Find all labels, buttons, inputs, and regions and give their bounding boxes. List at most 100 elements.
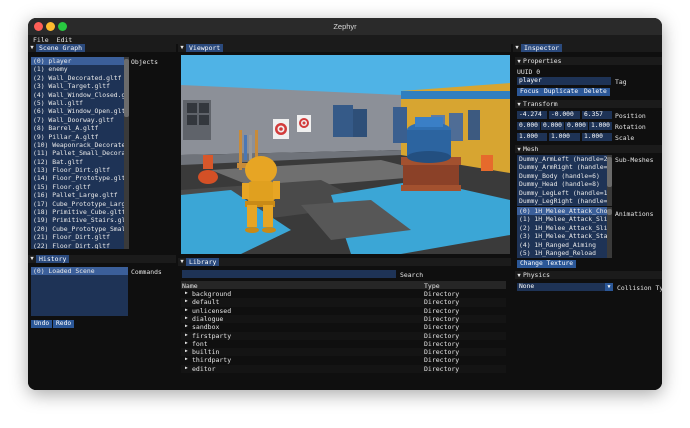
submesh-list[interactable]: Dummy_ArmLeft (handle=2) Dummy_ArmRight (… (517, 155, 607, 206)
library-row[interactable]: ▶ firstparty Directory (181, 331, 506, 340)
scene-object-item[interactable]: (6) Wall_Window_Open.gltf (31, 107, 124, 115)
scale-x-field[interactable]: 1.000 (517, 133, 547, 141)
scrollbar-thumb[interactable] (124, 59, 129, 117)
duplicate-button[interactable]: Duplicate (541, 88, 582, 96)
history-list[interactable]: (0) Loaded Scene (31, 267, 128, 316)
scrollbar-thumb[interactable] (607, 157, 612, 187)
expand-arrow-icon[interactable]: ▶ (185, 340, 188, 348)
scene-object-item[interactable]: (5) Wall.gltf (31, 99, 124, 107)
expand-arrow-icon[interactable]: ▶ (185, 290, 188, 298)
undo-button[interactable]: Undo (31, 320, 53, 328)
rotation-x-field[interactable]: 0.000 (517, 122, 540, 130)
scene-object-item[interactable]: (10) Weaponrack_Decorated. (31, 141, 124, 149)
properties-section-header[interactable]: ▼ Properties (515, 57, 662, 65)
scene-graph-header[interactable]: ▼ Scene Graph (28, 44, 176, 52)
position-y-field[interactable]: -0.000 (549, 111, 580, 119)
animation-scrollbar[interactable] (607, 207, 612, 258)
submesh-item[interactable]: Dummy_LegRight (handle=12 (517, 197, 607, 205)
scene-object-item[interactable]: (8) Barrel_A.gltf (31, 124, 124, 132)
scene-object-item[interactable]: (15) Floor.gltf (31, 183, 124, 191)
rotation-y-field[interactable]: 0.000 (541, 122, 564, 130)
expand-arrow-icon[interactable]: ▶ (185, 356, 188, 364)
scene-object-item[interactable]: (20) Cube_Prototype_Small (31, 225, 124, 233)
collapse-arrow-icon[interactable]: ▼ (178, 45, 186, 51)
library-row[interactable]: ▶ background Directory (181, 290, 506, 298)
scene-object-item[interactable]: (9) Pillar_A.gltf (31, 133, 124, 141)
collapse-arrow-icon[interactable]: ▼ (28, 256, 36, 262)
expand-arrow-icon[interactable]: ▶ (185, 365, 188, 373)
library-row[interactable]: ▶ builtin Directory (181, 348, 506, 357)
scale-z-field[interactable]: 1.000 (582, 133, 612, 141)
physics-section-header[interactable]: ▼ Physics (515, 271, 662, 279)
position-z-field[interactable]: 6.357 (582, 111, 612, 119)
library-search-input[interactable] (182, 270, 396, 278)
animation-item[interactable]: (2) 1H_Melee_Attack_Slice_ (517, 224, 607, 232)
animation-item[interactable]: (1) 1H_Melee_Attack_Slice_ (517, 215, 607, 223)
collision-type-select[interactable]: None ▼ (517, 283, 613, 291)
expand-arrow-icon[interactable]: ▶ (185, 348, 188, 356)
tag-input[interactable]: player (517, 77, 611, 85)
expand-arrow-icon[interactable]: ▶ (185, 332, 188, 340)
column-name-header[interactable]: Name (182, 282, 198, 290)
position-x-field[interactable]: -4.274 (517, 111, 547, 119)
expand-arrow-icon[interactable]: ▶ (185, 307, 188, 315)
library-row[interactable]: ▶ font Directory (181, 340, 506, 348)
scrollbar-thumb[interactable] (607, 209, 612, 215)
collapse-arrow-icon[interactable]: ▼ (515, 58, 523, 66)
column-type-header[interactable]: Type (424, 282, 440, 290)
submesh-item[interactable]: Dummy_ArmLeft (handle=2) (517, 155, 607, 163)
scene-list-scrollbar[interactable] (124, 57, 129, 249)
scene-object-item[interactable]: (4) Wall_Window_Closed.glt (31, 91, 124, 99)
scene-object-item[interactable]: (13) Floor_Dirt.gltf (31, 166, 124, 174)
animation-list[interactable]: (0) 1H_Melee_Attack_Chop (1) 1H_Melee_Att… (517, 207, 607, 258)
library-row[interactable]: ▶ sandbox Directory (181, 323, 506, 331)
collapse-arrow-icon[interactable]: ▼ (513, 45, 521, 51)
expand-arrow-icon[interactable]: ▶ (185, 298, 188, 306)
animation-item[interactable]: (0) 1H_Melee_Attack_Chop (517, 207, 607, 216)
animation-item[interactable]: (4) 1H_Ranged_Aiming (517, 241, 607, 249)
scene-object-item[interactable]: (19) Primitive_Stairs.glt (31, 216, 124, 224)
scene-object-item[interactable]: (1) enemy (31, 65, 124, 73)
collapse-arrow-icon[interactable]: ▼ (28, 45, 36, 51)
library-row[interactable]: ▶ thirdparty Directory (181, 356, 506, 364)
library-row[interactable]: ▶ editor Directory (181, 364, 506, 373)
scene-object-item[interactable]: (22) Floor_Dirt.gltf (31, 242, 124, 249)
submesh-scrollbar[interactable] (607, 155, 612, 206)
transform-section-header[interactable]: ▼ Transform (515, 100, 662, 108)
scene-object-item[interactable]: (2) Wall_Decorated.gltf (31, 74, 124, 82)
scene-object-item[interactable]: (18) Primitive_Cube.gltf (31, 208, 124, 216)
history-item[interactable]: (0) Loaded Scene (31, 267, 128, 276)
dropdown-arrow-icon[interactable]: ▼ (605, 283, 613, 291)
scene-object-item[interactable]: (21) Floor_Dirt.gltf (31, 233, 124, 241)
submesh-item[interactable]: Dummy_Body (handle=6) (517, 172, 607, 180)
scene-object-item[interactable]: (12) Bat.gltf (31, 158, 124, 166)
expand-arrow-icon[interactable]: ▶ (185, 315, 188, 323)
collapse-arrow-icon[interactable]: ▼ (515, 272, 523, 280)
collapse-arrow-icon[interactable]: ▼ (515, 146, 523, 154)
inspector-header[interactable]: ▼ Inspector (513, 44, 662, 52)
scene-object-item[interactable]: (11) Pallet_Small_Decorate (31, 149, 124, 157)
expand-arrow-icon[interactable]: ▶ (185, 323, 188, 331)
scene-object-item[interactable]: (7) Wall_Doorway.gltf (31, 116, 124, 124)
scene-object-list[interactable]: (0) player (1) enemy (2) Wall_Decorated.gl… (31, 57, 124, 249)
library-row[interactable]: ▶ unlicensed Directory (181, 307, 506, 315)
scale-y-field[interactable]: 1.000 (549, 133, 580, 141)
menu-edit[interactable]: Edit (57, 36, 73, 44)
collapse-arrow-icon[interactable]: ▼ (178, 259, 186, 265)
rotation-w-field[interactable]: 1.000 (589, 122, 612, 130)
scene-object-item[interactable]: (17) Cube_Prototype_Large_ (31, 200, 124, 208)
focus-button[interactable]: Focus (517, 88, 542, 96)
viewport-header[interactable]: ▼ Viewport (178, 44, 511, 52)
submesh-item[interactable]: Dummy_Head (handle=8) (517, 180, 607, 188)
scene-object-item[interactable]: (0) player (31, 57, 124, 66)
library-row[interactable]: ▶ dialogue Directory (181, 314, 506, 324)
animation-item[interactable]: (3) 1H_Melee_Attack_Stab (517, 232, 607, 240)
scene-object-item[interactable]: (3) Wall_Target.gltf (31, 82, 124, 90)
scene-object-item[interactable]: (14) Floor_Prototype.gltf (31, 174, 124, 182)
scene-object-item[interactable]: (16) Pallet_Large.gltf (31, 191, 124, 199)
mesh-section-header[interactable]: ▼ Mesh (515, 145, 662, 153)
collapse-arrow-icon[interactable]: ▼ (515, 101, 523, 109)
viewport-3d-scene[interactable] (181, 55, 510, 254)
menu-file[interactable]: File (33, 36, 49, 44)
history-header[interactable]: ▼ History (28, 255, 176, 263)
